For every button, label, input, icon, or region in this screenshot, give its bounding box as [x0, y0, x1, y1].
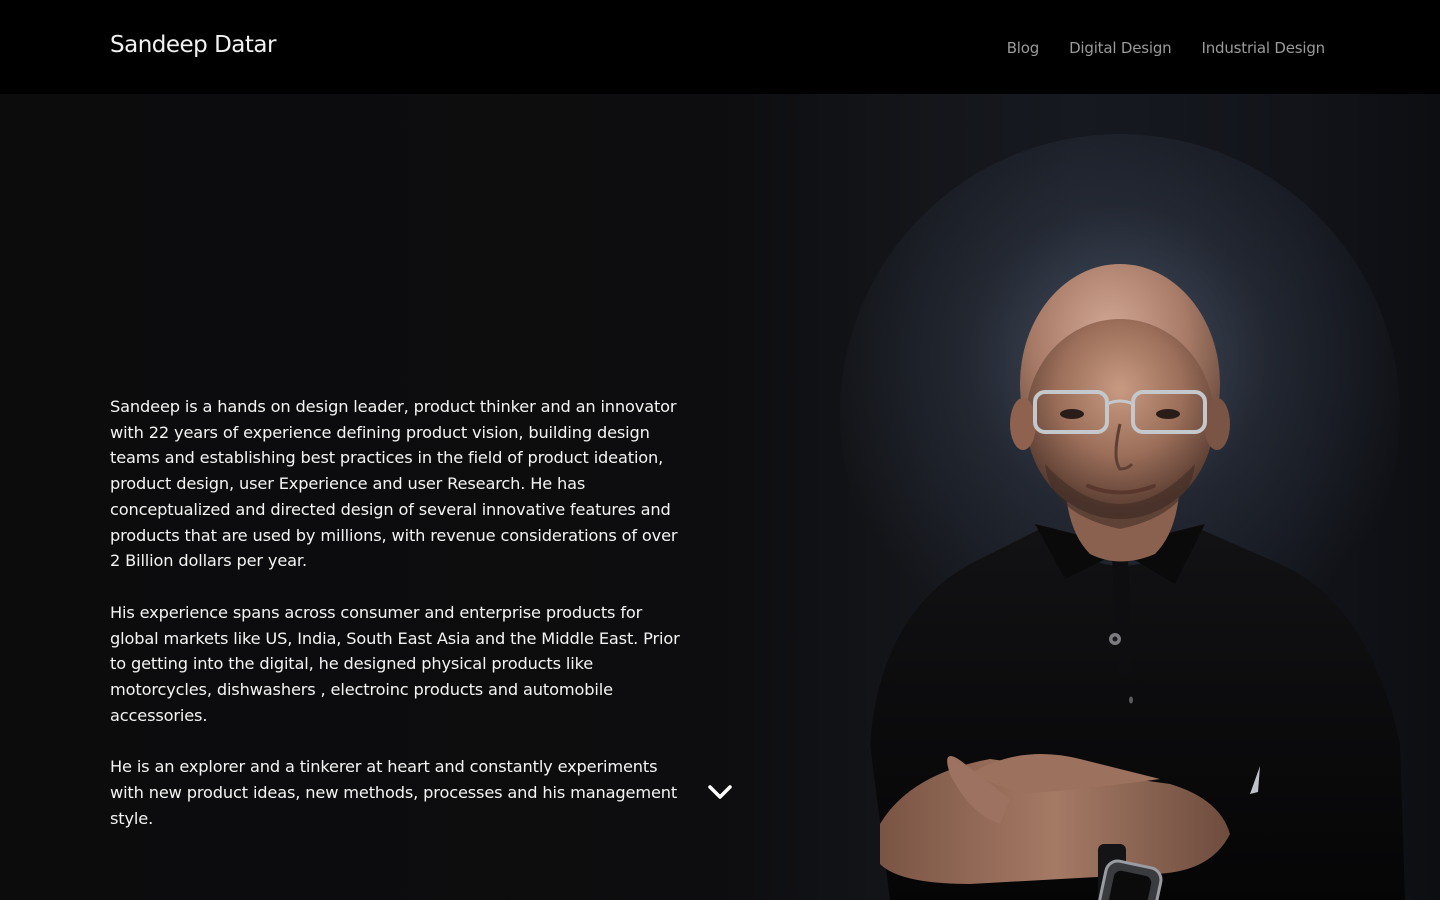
nav-link-blog[interactable]: Blog	[1007, 39, 1040, 57]
nav-link-industrial-design[interactable]: Industrial Design	[1201, 39, 1325, 57]
site-brand-link[interactable]: Sandeep Datar	[110, 32, 276, 58]
nav-link-digital-design[interactable]: Digital Design	[1069, 39, 1172, 57]
portrait-photo	[870, 264, 1405, 900]
main-nav: Blog Digital Design Industrial Design	[1007, 39, 1325, 57]
about-paragraph-2: His experience spans across consumer and…	[110, 602, 680, 725]
about-section: Sandeep is a hands on design leader, pro…	[110, 394, 710, 858]
site-header: Sandeep Datar Blog Digital Design Indust…	[0, 0, 1440, 94]
about-paragraph-3: He is an explorer and a tinkerer at hear…	[110, 757, 678, 828]
chevron-down-icon[interactable]	[706, 778, 734, 806]
about-paragraph-1: Sandeep is a hands on design leader, pro…	[110, 397, 678, 571]
